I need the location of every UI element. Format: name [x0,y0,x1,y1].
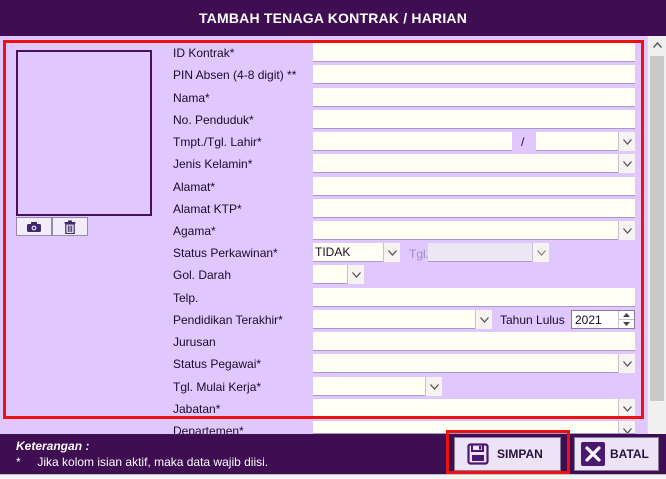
pendidikan-terakhir-select[interactable] [313,310,492,329]
date-separator: / [521,135,525,149]
chevron-down-icon[interactable] [618,399,635,418]
chevron-down-icon[interactable] [383,243,400,262]
chevron-down-icon[interactable] [618,132,635,151]
tanggal-lahir-select[interactable] [536,132,635,151]
label-telp: Telp. [173,291,199,305]
status-pegawai-select[interactable] [313,354,635,373]
label-agama: Agama* [173,224,216,238]
tgl-mulai-kerja-select[interactable] [313,377,442,396]
delete-photo-button[interactable] [52,217,88,236]
label-pin-absen: PIN Absen (4-8 digit) ** [173,68,297,82]
tahun-lulus-value: 2021 [575,313,602,327]
label-gol-darah: Gol. Darah [173,268,232,282]
gol-darah-select[interactable] [313,265,364,284]
id-kontrak-input[interactable] [313,43,635,62]
tgl-label: Tgl. [409,247,430,261]
camera-icon [27,221,41,232]
label-pendidikan-terakhir: Pendidikan Terakhir* [173,313,283,327]
tgl-perkawinan-select [428,243,549,262]
close-icon [581,442,605,466]
label-alamat: Alamat* [173,180,216,194]
alamat-input[interactable] [313,177,635,196]
jenis-kelamin-select[interactable] [313,154,635,173]
departemen-select[interactable] [313,421,635,434]
chevron-down-icon[interactable] [425,377,442,396]
trash-icon [64,220,76,234]
status-perkawinan-value: TIDAK [315,245,351,259]
cancel-label: BATAL [610,447,649,461]
label-jurusan: Jurusan [173,335,216,349]
pin-absen-input[interactable] [313,65,635,84]
note-text: * Jika kolom isian aktif, maka data waji… [16,455,268,469]
chevron-down-icon[interactable] [618,154,635,173]
camera-button[interactable] [16,217,52,236]
chevron-down-icon[interactable] [618,354,635,373]
note-title: Keterangan : [16,439,90,453]
no-penduduk-input[interactable] [313,110,635,129]
telp-input[interactable] [313,288,635,307]
chevron-down-icon[interactable] [618,221,635,240]
form-scrollbar[interactable] [647,36,666,434]
status-perkawinan-select[interactable]: TIDAK [313,243,400,262]
alamat-ktp-input[interactable] [313,199,635,218]
chevron-down-icon[interactable] [347,265,364,284]
label-jabatan: Jabatan* [173,402,221,416]
cancel-button[interactable]: BATAL [574,437,659,471]
tahun-lulus-spinner[interactable]: 2021 [571,310,635,329]
scroll-up-icon[interactable] [648,36,666,53]
label-no-penduduk: No. Penduduk* [173,113,254,127]
label-departemen: Departemen* [173,424,244,434]
status-strip [0,474,666,479]
nama-input[interactable] [313,88,635,107]
label-status-pegawai: Status Pegawai* [173,357,262,371]
window-title: TAMBAH TENAGA KONTRAK / HARIAN [0,0,666,36]
label-jenis-kelamin: Jenis Kelamin* [173,157,253,171]
label-tgl-mulai-kerja: Tgl. Mulai Kerja* [173,380,262,394]
label-tmpt-tgl-lahir: Tmpt./Tgl. Lahir* [173,135,262,149]
spinner-down-icon[interactable] [618,320,634,328]
label-tahun-lulus: Tahun Lulus [500,313,565,327]
label-nama: Nama* [173,91,210,105]
tempat-lahir-input[interactable] [313,132,512,151]
note-message: Jika kolom isian aktif, maka data wajib … [37,455,269,469]
agama-select[interactable] [313,221,635,240]
photo-frame[interactable] [16,50,152,216]
label-alamat-ktp: Alamat KTP* [173,202,242,216]
scroll-thumb[interactable] [650,56,664,401]
label-id-kontrak: ID Kontrak* [173,46,235,60]
chevron-down-icon[interactable] [475,310,492,329]
floppy-disk-icon [467,443,489,465]
spinner-up-icon[interactable] [618,311,634,320]
save-button[interactable]: SIMPAN [454,437,561,471]
jabatan-select[interactable] [313,399,635,418]
chevron-down-icon[interactable] [618,421,635,433]
jurusan-input[interactable] [313,332,635,351]
save-label: SIMPAN [497,447,543,461]
chevron-down-icon [532,243,549,262]
note-bullet: * [16,455,21,469]
label-status-perkawinan: Status Perkawinan* [173,246,278,260]
